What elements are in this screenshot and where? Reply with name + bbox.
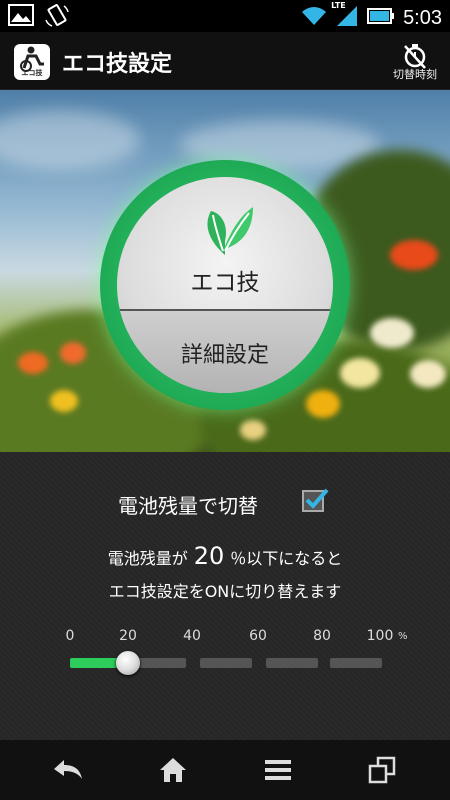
battery-switch-checkbox[interactable] bbox=[302, 488, 329, 512]
network-type-label: LTE bbox=[331, 1, 346, 10]
menu-button[interactable] bbox=[258, 752, 298, 788]
leaf-icon bbox=[207, 207, 253, 255]
hero-background: エコ技 詳細設定 bbox=[0, 90, 450, 452]
wifi-icon bbox=[301, 6, 327, 30]
threshold-description: 電池残量が 20 ％以下になると bbox=[0, 542, 450, 570]
page-title: エコ技設定 bbox=[62, 52, 173, 77]
screen-rotate-icon bbox=[44, 4, 70, 32]
switch-time-label: 切替時刻 bbox=[393, 68, 437, 81]
app-logo-text: エコ技 bbox=[21, 69, 43, 77]
slider-segment bbox=[266, 658, 318, 668]
flower bbox=[340, 358, 380, 388]
cloud bbox=[0, 110, 140, 170]
slider-tick-60: 60 bbox=[249, 628, 267, 644]
eco-label: エコ技 bbox=[190, 270, 260, 296]
battery-icon bbox=[367, 7, 395, 29]
menu-icon bbox=[265, 760, 291, 780]
slider-tick-20: 20 bbox=[119, 628, 137, 644]
app-logo[interactable]: エコ技 bbox=[14, 44, 50, 80]
flower bbox=[18, 352, 48, 374]
navigation-bar bbox=[0, 740, 450, 800]
threshold-description-line2: エコ技設定をONに切り替えます bbox=[108, 582, 342, 601]
flower bbox=[390, 240, 438, 270]
switch-time-button[interactable]: 切替時刻 bbox=[390, 40, 440, 84]
image-notification-icon bbox=[8, 4, 34, 32]
signal-icon: LTE bbox=[331, 1, 359, 32]
slider-thumb[interactable] bbox=[116, 651, 140, 675]
home-icon bbox=[160, 758, 186, 782]
slider-tick-0: 0 bbox=[65, 628, 75, 644]
flower bbox=[306, 390, 340, 418]
recent-apps-icon bbox=[368, 756, 396, 784]
status-bar: LTE 5:03 bbox=[0, 0, 450, 32]
back-button[interactable] bbox=[48, 752, 88, 788]
battery-switch-label: 電池残量で切替 bbox=[118, 494, 258, 518]
slider-tick-80: 80 bbox=[313, 628, 331, 644]
checkmark-icon bbox=[305, 488, 329, 509]
flower bbox=[240, 420, 266, 440]
slider-segment bbox=[200, 658, 252, 668]
back-icon bbox=[54, 760, 82, 779]
action-bar: エコ技 エコ技設定 切替時刻 bbox=[0, 32, 450, 90]
slider-tick-100: 100 bbox=[366, 628, 394, 644]
desc-prefix: 電池残量が bbox=[107, 549, 188, 568]
flower bbox=[410, 360, 446, 388]
flower bbox=[60, 342, 86, 364]
slider-unit: % bbox=[398, 631, 408, 642]
battery-switch-panel: 電池残量で切替 電池残量が 20 ％以下になると エコ技設定をONに切り替えます 0… bbox=[0, 452, 450, 740]
eco-toggle-button[interactable]: エコ技 bbox=[117, 177, 333, 309]
status-clock: 5:03 bbox=[403, 6, 442, 29]
desc-suffix: ％以下になると bbox=[230, 549, 343, 568]
eco-mode-dial: エコ技 詳細設定 bbox=[100, 160, 350, 410]
eco-dial-face: エコ技 詳細設定 bbox=[117, 177, 333, 393]
detail-settings-label: 詳細設定 bbox=[180, 343, 269, 368]
home-button[interactable] bbox=[153, 752, 193, 788]
recent-apps-button[interactable] bbox=[362, 752, 402, 788]
slider-segment bbox=[330, 658, 382, 668]
flower bbox=[50, 390, 78, 412]
flower bbox=[370, 318, 414, 348]
threshold-value: 20 bbox=[193, 542, 225, 570]
slider-tick-40: 40 bbox=[183, 628, 201, 644]
